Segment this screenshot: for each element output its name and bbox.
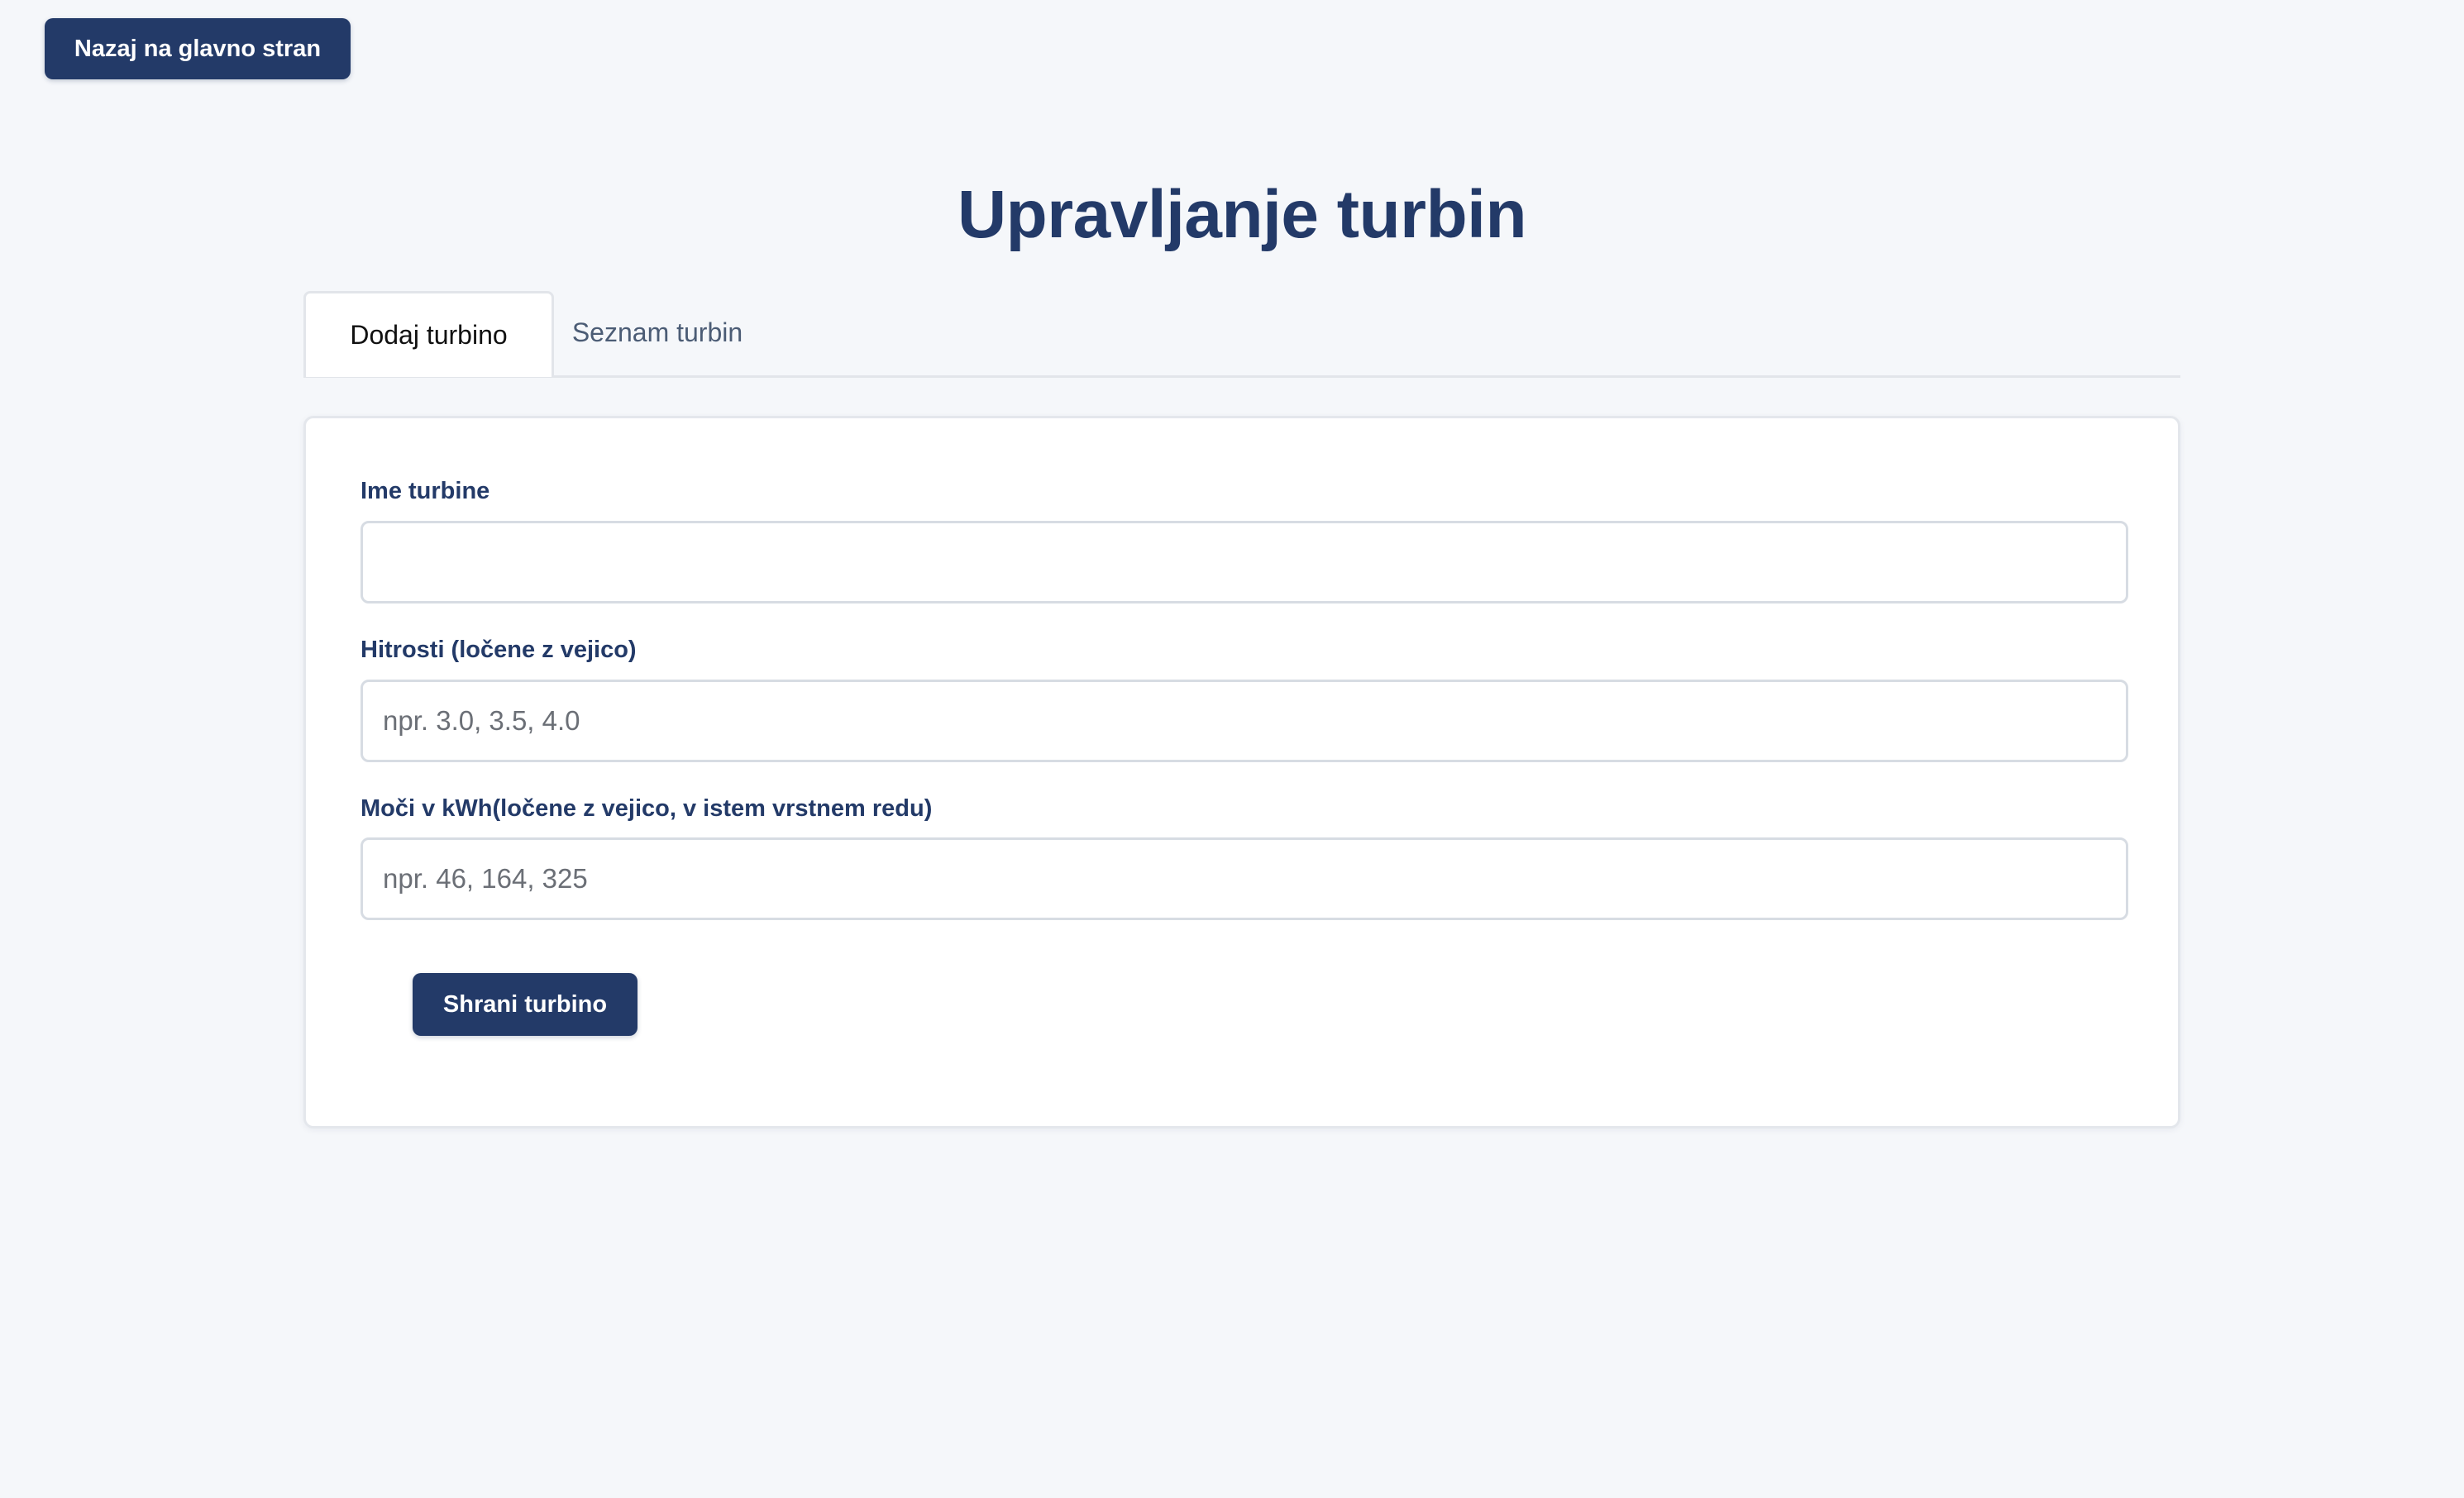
powers-input[interactable] [361, 837, 2128, 920]
tab-turbine-list[interactable]: Seznam turbin [554, 291, 761, 374]
speeds-label: Hitrosti (ločene z vejico) [361, 637, 637, 663]
back-to-home-button[interactable]: Nazaj na glavno stran [45, 18, 351, 79]
turbine-name-input[interactable] [361, 521, 2128, 603]
powers-label: Moči v kWh(ločene z vejico, v istem vrst… [361, 795, 933, 822]
tab-bar: Dodaj turbino Seznam turbin [303, 291, 2180, 378]
tab-add-turbine[interactable]: Dodaj turbino [303, 291, 554, 377]
turbine-name-label: Ime turbine [361, 478, 490, 504]
add-turbine-form: Ime turbine Hitrosti (ločene z vejico) M… [303, 416, 2180, 1128]
page-title: Upravljanje turbin [957, 177, 1527, 252]
speeds-input[interactable] [361, 680, 2128, 762]
save-turbine-button[interactable]: Shrani turbino [413, 973, 637, 1036]
